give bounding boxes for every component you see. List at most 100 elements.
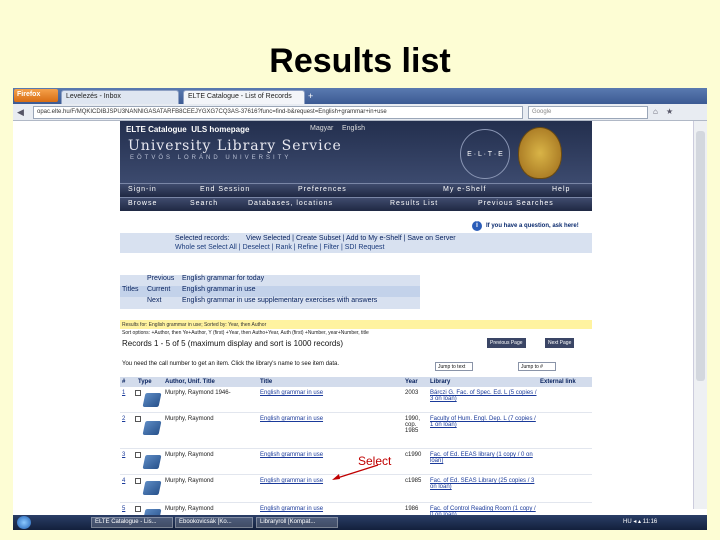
catalogue-page: ELTE Catalogue ULS homepage Magyar Engli… [120, 121, 592, 529]
url-bar[interactable]: opac.elte.hu/F/MQKICDIBJSPU3NANNIGASATAR… [33, 106, 523, 119]
tab-inbox[interactable]: Levelezés - Inbox [61, 90, 179, 104]
result-title-link[interactable]: English grammar in use [260, 478, 323, 484]
jump-to-number-button[interactable]: Jump to # [518, 362, 556, 371]
scroll-thumb[interactable] [696, 131, 705, 381]
book-icon [142, 421, 162, 435]
result-number-link[interactable]: 4 [122, 478, 125, 484]
title-current-row[interactable]: Titles Current English grammar in use [120, 286, 420, 297]
select-checkbox[interactable] [135, 452, 141, 458]
col-external-link: External link [540, 379, 576, 385]
book-icon [142, 481, 162, 495]
university-name: EÖTVÖS LORÁND UNIVERSITY [130, 155, 292, 161]
menu-end-session[interactable]: End Session [200, 186, 250, 193]
results-header: # Type Author, Unif. Title Title Year Li… [120, 377, 592, 387]
menu-databases[interactable]: Databases, locations [248, 200, 333, 207]
result-year: 1986 [405, 506, 419, 512]
result-number-link[interactable]: 1 [122, 390, 125, 396]
catalogue-link[interactable]: ELTE Catalogue ULS homepage [126, 125, 249, 134]
page-scrollbar[interactable] [693, 121, 707, 509]
set-actions[interactable]: Whole set Select All | Deselect | Rank |… [175, 244, 384, 251]
result-author: Murphy, Raymond [165, 416, 214, 422]
book-icon [142, 455, 162, 469]
result-number-link[interactable]: 2 [122, 416, 125, 422]
menu-sign-in[interactable]: Sign-in [128, 186, 157, 193]
call-number-hint: You need the call number to get an item.… [122, 361, 340, 367]
result-year: 2003 [405, 390, 419, 396]
col-num: # [122, 379, 126, 385]
result-title-link[interactable]: English grammar in use [260, 452, 323, 458]
university-crest [518, 127, 562, 179]
annotation-arrow-icon [332, 464, 379, 480]
back-icon[interactable]: ◀ [17, 107, 24, 118]
jump-to-text-button[interactable]: Jump to text [435, 362, 473, 371]
col-year[interactable]: Year [405, 379, 418, 385]
system-tray[interactable]: HU ◂ ▴ 11:16 [623, 518, 657, 525]
slide-title: Results list [269, 42, 451, 80]
taskbar-item-catalogue[interactable]: ELTE Catalogue - Lis... [91, 517, 173, 528]
result-library-link[interactable]: Faculty of Hum. Engl. Dep. L (7 copies /… [430, 416, 540, 428]
menu-preferences[interactable]: Preferences [298, 186, 347, 193]
toolbar-icons[interactable]: ⌂ ★ [653, 107, 676, 116]
lang-english-link[interactable]: English [342, 125, 365, 132]
menu-search[interactable]: Search [190, 200, 218, 207]
browser-tab-bar: Firefox Levelezés - Inbox ELTE Catalogue… [13, 88, 707, 104]
result-year: c1985 [405, 478, 422, 484]
records-count: Records 1 - 5 of 5 (maximum display and … [122, 339, 343, 348]
lang-hungarian-link[interactable]: Magyar [310, 125, 333, 132]
result-author: Murphy, Raymond [165, 452, 214, 458]
result-author: Murphy, Raymond 1946- [165, 390, 231, 396]
select-checkbox[interactable] [135, 478, 141, 484]
result-title-link[interactable]: English grammar in use [260, 416, 323, 422]
taskbar-item-library[interactable]: Libraryroll [Kompat... [256, 517, 338, 528]
menu-previous-searches[interactable]: Previous Searches [478, 200, 554, 207]
help-link[interactable]: If you have a question, ask here! [486, 223, 579, 229]
selected-label: Selected records: [175, 235, 230, 242]
result-library-link[interactable]: Fac. of Ed. SEAS Library (25 copies / 3 … [430, 478, 540, 490]
col-author[interactable]: Author, Unif. Title [165, 379, 215, 385]
menu-results-list[interactable]: Results List [390, 200, 438, 207]
next-page-button[interactable]: Next Page [545, 338, 575, 348]
start-button-icon[interactable] [17, 516, 31, 529]
previous-page-button[interactable]: Previous Page [487, 338, 526, 348]
elte-logo: E · L · T · E [460, 129, 510, 179]
result-year: c1990 [405, 452, 422, 458]
selected-records-bar: Selected records: View Selected | Create… [120, 233, 592, 253]
menu-help[interactable]: Help [552, 186, 570, 193]
result-number-link[interactable]: 5 [122, 506, 125, 512]
col-library: Library [430, 379, 451, 385]
result-title-link[interactable]: English grammar in use [260, 390, 323, 396]
windows-taskbar: ELTE Catalogue - Lis... Ebookovicsák [Ko… [13, 515, 707, 530]
result-row: 2 Murphy, Raymond English grammar in use… [120, 413, 592, 449]
top-menu: Sign-in End Session Preferences My e-She… [120, 183, 592, 197]
result-title-link[interactable]: English grammar in use [260, 506, 323, 512]
menu-browse[interactable]: Browse [128, 200, 157, 207]
search-input[interactable]: Google [528, 106, 648, 119]
firefox-menu-button[interactable]: Firefox [14, 89, 58, 102]
result-library-link[interactable]: Fac. of Ed. EEAS library (1 copy / 0 on … [430, 452, 540, 464]
titles-browse-box: Previous English grammar for today Titles… [120, 275, 420, 309]
result-number-link[interactable]: 3 [122, 452, 125, 458]
browser-nav-bar: ◀ opac.elte.hu/F/MQKICDIBJSPU3NANNIGASAT… [13, 104, 707, 121]
result-library-link[interactable]: Bárczi G. Fac. of Spec. Ed. L (5 copies … [430, 390, 540, 402]
result-author: Murphy, Raymond [165, 506, 214, 512]
result-row: 1 Murphy, Raymond 1946- English grammar … [120, 387, 592, 413]
tab-catalogue[interactable]: ELTE Catalogue - List of Records [183, 90, 305, 104]
library-name: University Library Service [128, 138, 342, 154]
col-title[interactable]: Title [260, 379, 272, 385]
results-for-line: Results for: English grammar in use; Sor… [120, 320, 592, 329]
homepage-link[interactable]: ULS homepage [191, 125, 249, 134]
menu-my-eshelf[interactable]: My e-Shelf [443, 186, 486, 193]
select-checkbox[interactable] [135, 390, 141, 396]
select-checkbox[interactable] [135, 506, 141, 512]
selected-actions[interactable]: View Selected | Create Subset | Add to M… [246, 235, 456, 242]
uls-banner: ELTE Catalogue ULS homepage Magyar Engli… [120, 121, 592, 183]
info-icon[interactable]: i [472, 221, 482, 231]
result-author: Murphy, Raymond [165, 478, 214, 484]
taskbar-item-ebook[interactable]: Ebookovicsák [Ko... [175, 517, 253, 528]
result-year: 1990, cop. 1985 [405, 416, 421, 434]
new-tab-button[interactable]: + [308, 91, 313, 101]
sort-options[interactable]: Sort options: +Author, then Ye+Author, Y… [122, 330, 369, 336]
second-menu: Browse Search Databases, locations Resul… [120, 197, 592, 211]
select-checkbox[interactable] [135, 416, 141, 422]
titles-label: Titles [122, 286, 139, 293]
